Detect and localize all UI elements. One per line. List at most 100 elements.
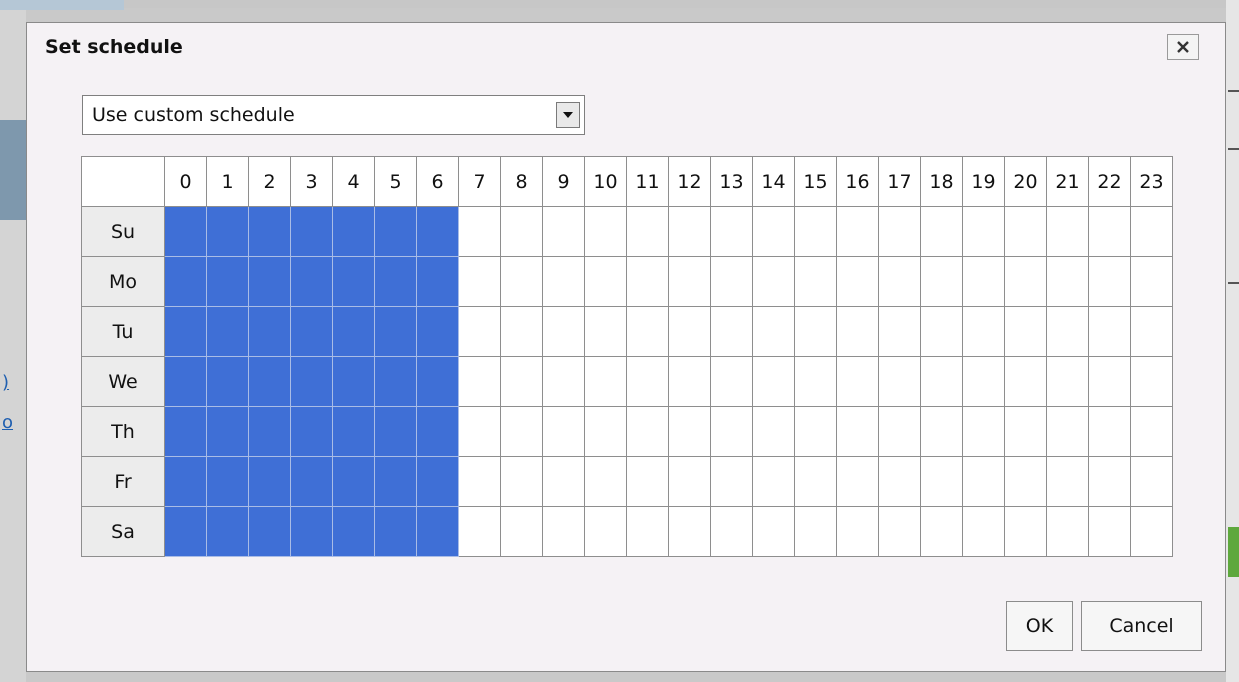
schedule-cell[interactable] [458,206,501,257]
schedule-cell[interactable] [1046,356,1089,407]
schedule-cell[interactable] [668,356,711,407]
schedule-cell[interactable] [248,406,291,457]
hour-header-7[interactable]: 7 [458,156,501,207]
schedule-cell[interactable] [1004,406,1047,457]
schedule-cell[interactable] [542,356,585,407]
schedule-cell[interactable] [584,406,627,457]
schedule-cell[interactable] [374,206,417,257]
schedule-cell[interactable] [920,306,963,357]
schedule-cell[interactable] [416,306,459,357]
background-link-fragment[interactable]: ) [2,372,9,393]
hour-header-0[interactable]: 0 [164,156,207,207]
hour-header-15[interactable]: 15 [794,156,837,207]
schedule-cell[interactable] [206,356,249,407]
schedule-cell[interactable] [500,256,543,307]
schedule-cell[interactable] [752,306,795,357]
schedule-cell[interactable] [332,456,375,507]
hour-header-18[interactable]: 18 [920,156,963,207]
schedule-cell[interactable] [752,206,795,257]
schedule-cell[interactable] [206,256,249,307]
schedule-cell[interactable] [962,306,1005,357]
hour-header-6[interactable]: 6 [416,156,459,207]
schedule-cell[interactable] [206,306,249,357]
schedule-cell[interactable] [164,406,207,457]
schedule-cell[interactable] [710,506,753,557]
schedule-cell[interactable] [206,456,249,507]
schedule-cell[interactable] [374,406,417,457]
schedule-cell[interactable] [542,306,585,357]
schedule-cell[interactable] [878,406,921,457]
schedule-cell[interactable] [164,206,207,257]
schedule-cell[interactable] [1130,456,1173,507]
schedule-cell[interactable] [248,206,291,257]
schedule-cell[interactable] [878,356,921,407]
schedule-cell[interactable] [1004,506,1047,557]
schedule-cell[interactable] [878,206,921,257]
schedule-cell[interactable] [836,406,879,457]
schedule-cell[interactable] [500,206,543,257]
schedule-cell[interactable] [752,506,795,557]
schedule-cell[interactable] [290,406,333,457]
schedule-cell[interactable] [1130,356,1173,407]
schedule-cell[interactable] [668,306,711,357]
schedule-cell[interactable] [542,406,585,457]
schedule-cell[interactable] [626,306,669,357]
schedule-cell[interactable] [542,256,585,307]
schedule-cell[interactable] [332,306,375,357]
schedule-cell[interactable] [542,456,585,507]
hour-header-9[interactable]: 9 [542,156,585,207]
schedule-cell[interactable] [416,356,459,407]
schedule-cell[interactable] [710,256,753,307]
schedule-cell[interactable] [458,506,501,557]
schedule-cell[interactable] [332,256,375,307]
ok-button[interactable]: OK [1006,601,1073,651]
hour-header-12[interactable]: 12 [668,156,711,207]
schedule-cell[interactable] [290,306,333,357]
schedule-cell[interactable] [836,306,879,357]
schedule-cell[interactable] [248,456,291,507]
hour-header-22[interactable]: 22 [1088,156,1131,207]
hour-header-23[interactable]: 23 [1130,156,1173,207]
schedule-cell[interactable] [794,356,837,407]
schedule-cell[interactable] [1130,306,1173,357]
schedule-cell[interactable] [374,506,417,557]
schedule-cell[interactable] [416,506,459,557]
day-header-su[interactable]: Su [81,206,165,257]
schedule-cell[interactable] [1088,306,1131,357]
schedule-cell[interactable] [962,406,1005,457]
schedule-cell[interactable] [1004,306,1047,357]
schedule-cell[interactable] [332,206,375,257]
schedule-cell[interactable] [752,406,795,457]
schedule-cell[interactable] [878,256,921,307]
schedule-cell[interactable] [668,506,711,557]
schedule-cell[interactable] [416,406,459,457]
schedule-cell[interactable] [1046,506,1089,557]
schedule-cell[interactable] [584,506,627,557]
day-header-th[interactable]: Th [81,406,165,457]
hour-header-2[interactable]: 2 [248,156,291,207]
schedule-cell[interactable] [206,406,249,457]
schedule-cell[interactable] [878,506,921,557]
schedule-cell[interactable] [584,356,627,407]
schedule-cell[interactable] [1046,206,1089,257]
schedule-cell[interactable] [584,206,627,257]
schedule-cell[interactable] [752,256,795,307]
schedule-cell[interactable] [962,256,1005,307]
schedule-cell[interactable] [1004,206,1047,257]
schedule-cell[interactable] [416,206,459,257]
schedule-cell[interactable] [290,356,333,407]
hour-header-1[interactable]: 1 [206,156,249,207]
schedule-cell[interactable] [500,306,543,357]
schedule-cell[interactable] [1130,506,1173,557]
schedule-cell[interactable] [248,506,291,557]
schedule-cell[interactable] [836,456,879,507]
hour-header-20[interactable]: 20 [1004,156,1047,207]
dialog-titlebar[interactable]: Set schedule [27,23,1225,77]
hour-header-13[interactable]: 13 [710,156,753,207]
day-header-we[interactable]: We [81,356,165,407]
hour-header-19[interactable]: 19 [962,156,1005,207]
schedule-cell[interactable] [710,356,753,407]
schedule-cell[interactable] [836,506,879,557]
schedule-cell[interactable] [1088,356,1131,407]
schedule-cell[interactable] [920,356,963,407]
